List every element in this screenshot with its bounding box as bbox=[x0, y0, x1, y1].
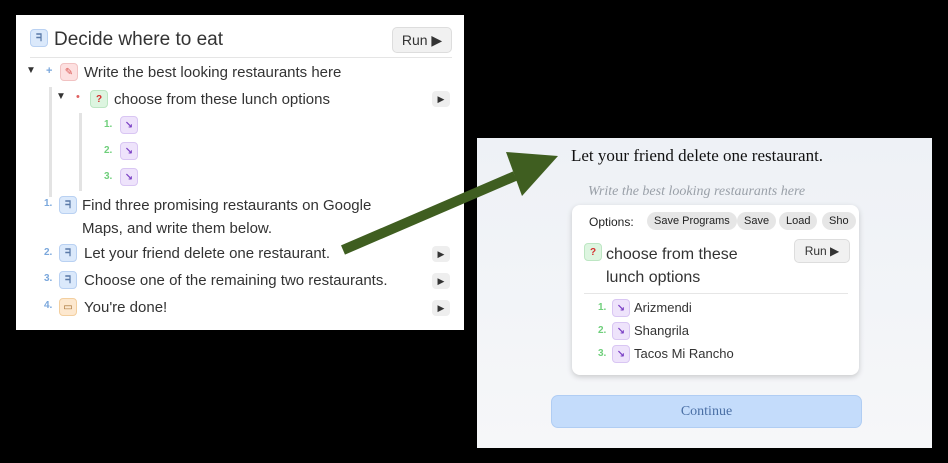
arrow-icon bbox=[341, 152, 558, 255]
